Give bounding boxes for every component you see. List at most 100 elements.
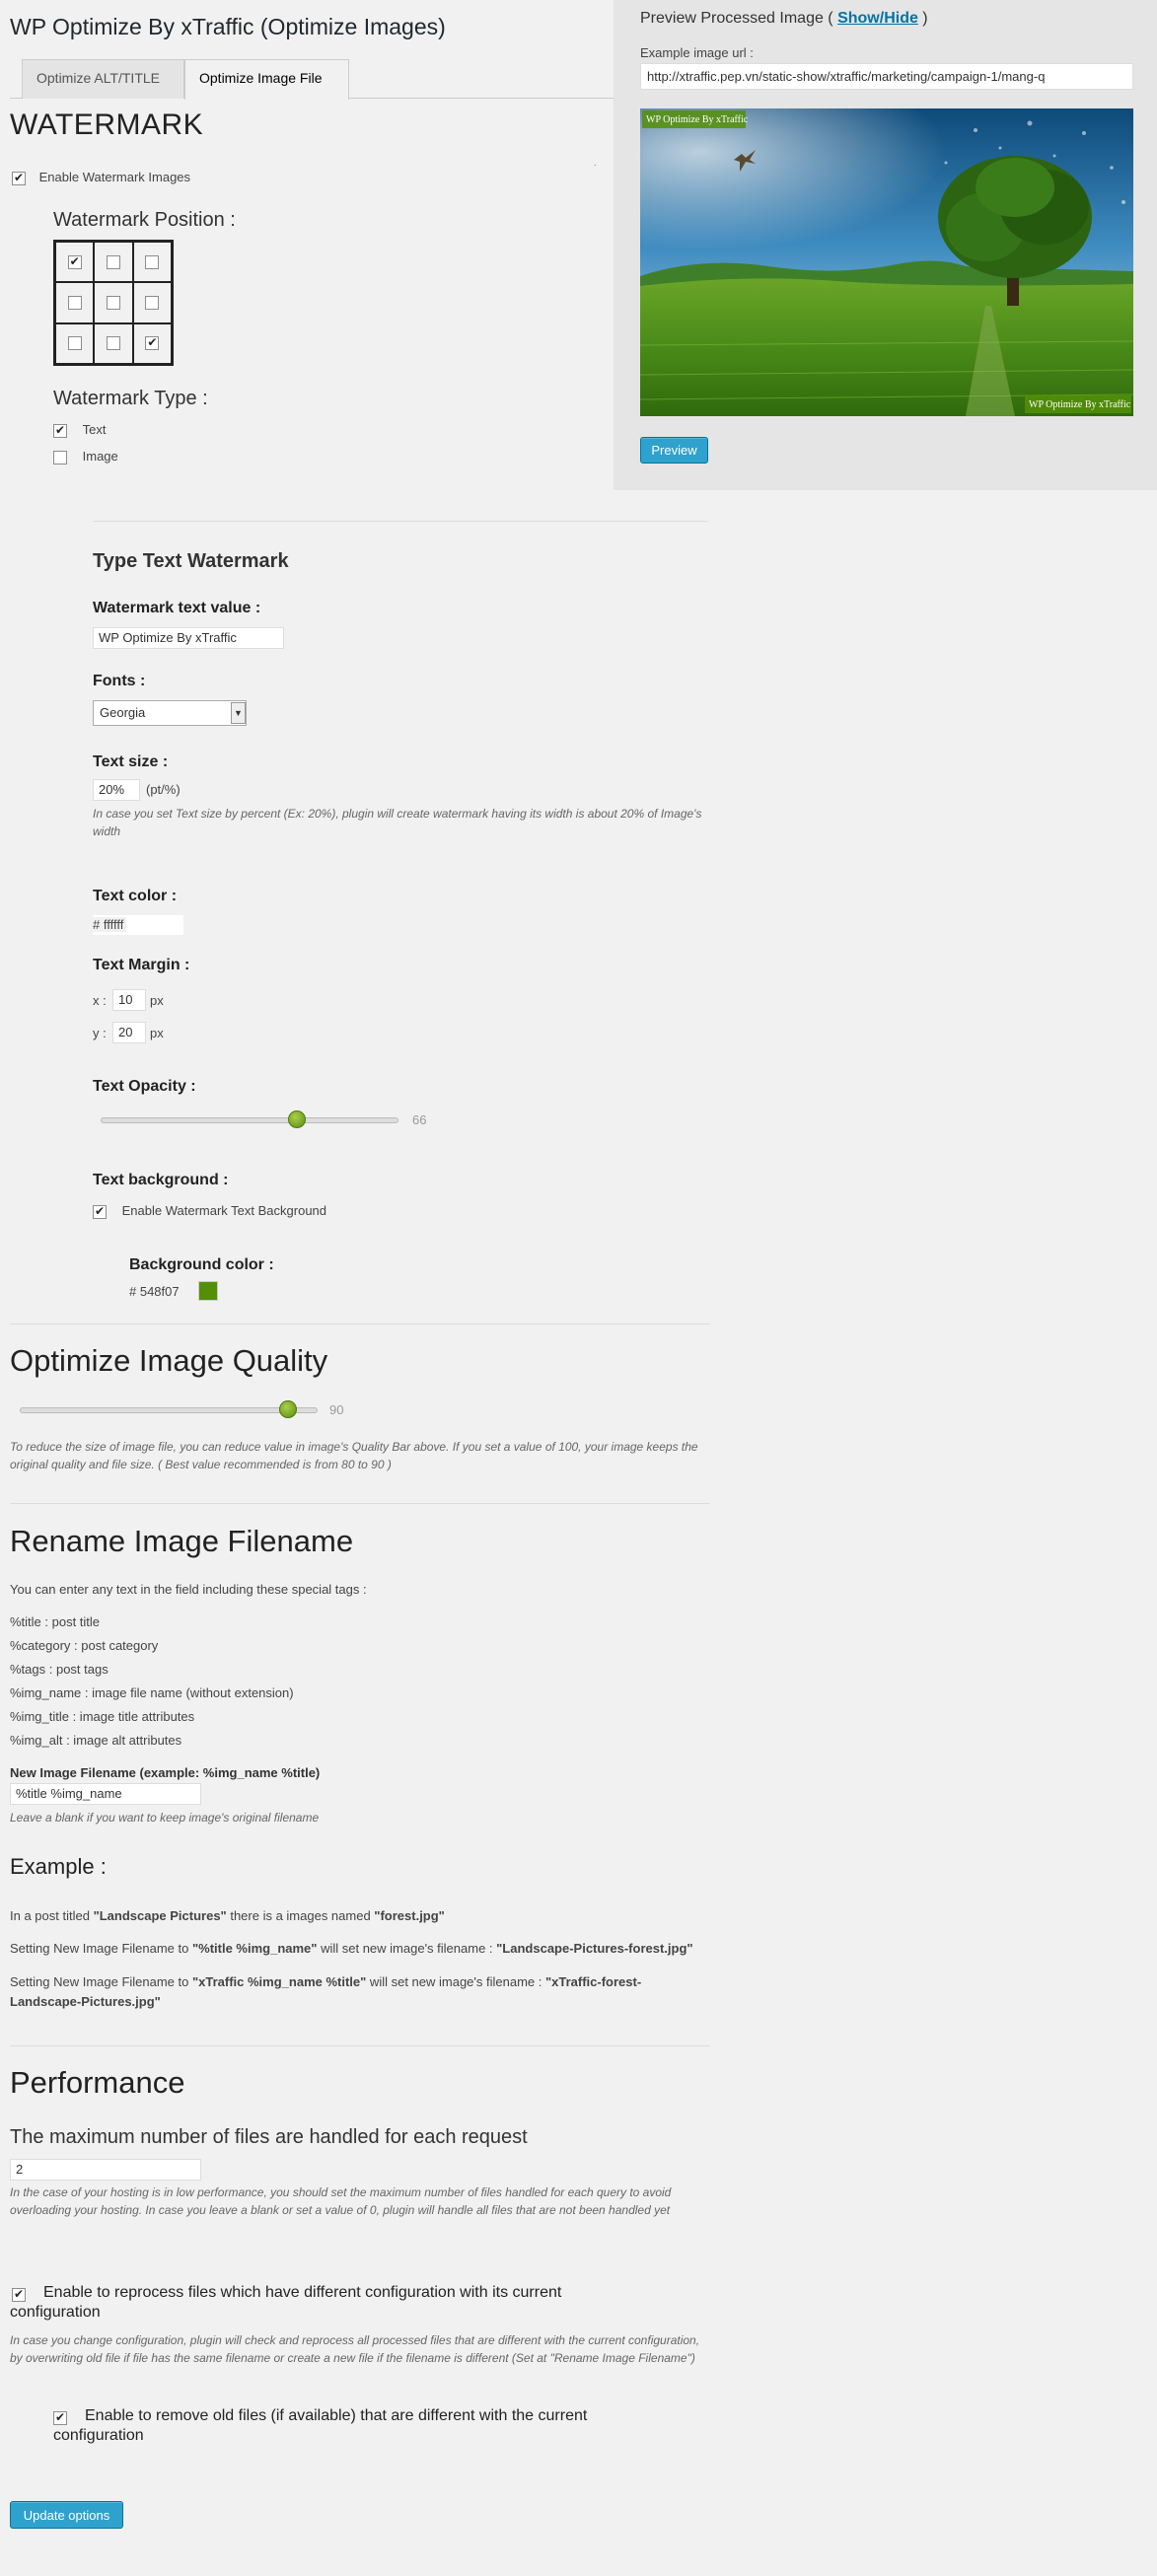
rename-tag-item: %category : post category	[10, 1638, 159, 1653]
text-background-label: Text background :	[93, 1172, 229, 1188]
watermark-position-label: Watermark Position :	[53, 209, 236, 231]
bg-color-value: # 548f07	[129, 1284, 180, 1299]
position-checkbox[interactable]	[67, 254, 82, 269]
divider	[10, 1503, 710, 1504]
type-text-label: Text	[82, 422, 107, 437]
preview-image: WP Optimize By xTraffic WP Optimize By x…	[640, 108, 1133, 416]
divider	[10, 2045, 710, 2046]
quality-hint: To reduce the size of image file, you ca…	[10, 1440, 698, 1471]
position-cell	[55, 282, 95, 323]
font-select-value: Georgia	[100, 705, 146, 720]
position-cell	[132, 282, 172, 323]
text-background-checkbox[interactable]	[93, 1204, 107, 1219]
rename-tag-item: %img_title : image title attributes	[10, 1709, 195, 1724]
update-options-button[interactable]: Update options	[10, 2501, 123, 2529]
watermark-top-left-text: WP Optimize By xTraffic	[646, 114, 749, 125]
text-background-enable-label: Enable Watermark Text Background	[121, 1203, 327, 1218]
rename-tag-item: %img_alt : image alt attributes	[10, 1733, 182, 1748]
text-color-field[interactable]: # ffffff	[93, 915, 183, 935]
position-checkbox[interactable]	[145, 335, 160, 351]
margin-y-input[interactable]: 20	[112, 1022, 146, 1043]
text-color-label: Text color :	[93, 888, 178, 904]
reprocess-label: Enable to reprocess files which have dif…	[10, 2284, 562, 2321]
quality-value: 90	[329, 1402, 344, 1417]
bg-color-swatch[interactable]	[198, 1281, 218, 1301]
rename-tag-item: %title : post title	[10, 1614, 101, 1629]
position-cell	[132, 322, 172, 364]
tab-optimize-alt-title[interactable]: Optimize ALT/TITLE	[22, 59, 184, 99]
type-image-label: Image	[82, 449, 118, 464]
stray-dot: .	[594, 158, 597, 168]
text-color-value: # ffffff	[93, 917, 127, 932]
example-url-label: Example image url :	[640, 45, 754, 60]
position-checkbox[interactable]	[145, 295, 160, 310]
fonts-label: Fonts :	[93, 673, 146, 689]
margin-y-label: y :	[93, 1026, 107, 1040]
filename-hint: Leave a blank if you want to keep image'…	[10, 1811, 320, 1825]
type-image-row: Image	[53, 449, 118, 465]
text-size-unit: (pt/%)	[146, 782, 181, 797]
opacity-slider-track[interactable]	[101, 1117, 398, 1123]
opacity-slider-handle[interactable]	[288, 1110, 307, 1128]
bg-color-label: Background color :	[129, 1256, 274, 1273]
remove-old-label: Enable to remove old files (if available…	[53, 2407, 588, 2444]
landscape-image: WP Optimize By xTraffic WP Optimize By x…	[640, 108, 1133, 416]
position-cell	[94, 242, 133, 283]
position-cell	[94, 282, 133, 323]
margin-x-input[interactable]: 10	[112, 989, 146, 1011]
quality-heading: Optimize Image Quality	[10, 1343, 328, 1378]
preview-button[interactable]: Preview	[640, 437, 708, 464]
text-size-label: Text size :	[93, 753, 169, 770]
enable-watermark-row: Enable Watermark Images	[12, 170, 190, 185]
example-url-input[interactable]: http://xtraffic.pep.vn/static-show/xtraf…	[640, 63, 1133, 90]
type-text-checkbox[interactable]	[53, 423, 67, 438]
text-watermark-heading: Type Text Watermark	[93, 550, 289, 572]
reprocess-hint: In case you change configuration, plugin…	[10, 2333, 700, 2365]
page-title: WP Optimize By xTraffic (Optimize Images…	[10, 14, 446, 39]
example-line-1: In a post titled "Landscape Pictures" th…	[10, 1908, 445, 1923]
watermark-type-label: Watermark Type :	[53, 388, 208, 409]
position-checkbox[interactable]	[67, 336, 82, 351]
text-margin-label: Text Margin :	[93, 957, 190, 973]
tab-bar: Optimize ALT/TITLE Optimize Image File	[10, 59, 614, 100]
max-files-input[interactable]: 2	[10, 2159, 201, 2181]
max-files-hint: In the case of your hosting is in low pe…	[10, 2185, 672, 2217]
font-select[interactable]: Georgia	[93, 700, 247, 726]
watermark-position-grid	[53, 240, 174, 366]
chevron-down-icon[interactable]: ▼	[231, 702, 246, 724]
rename-heading: Rename Image Filename	[10, 1524, 354, 1558]
position-cell	[94, 322, 133, 364]
preview-title: Preview Processed Image ( Show/Hide )	[640, 10, 928, 27]
position-checkbox[interactable]	[67, 295, 82, 310]
position-cell	[55, 322, 95, 364]
performance-heading: Performance	[10, 2065, 185, 2100]
position-checkbox[interactable]	[145, 254, 160, 269]
opacity-label: Text Opacity :	[93, 1078, 196, 1095]
show-hide-link[interactable]: Show/Hide	[837, 10, 918, 27]
enable-watermark-checkbox[interactable]	[12, 171, 26, 185]
text-value-label: Watermark text value :	[93, 600, 261, 616]
opacity-value: 66	[412, 1112, 427, 1127]
text-size-hint: In case you set Text size by percent (Ex…	[93, 807, 702, 838]
margin-x-label: x :	[93, 993, 107, 1008]
rename-tag-item: %tags : post tags	[10, 1662, 108, 1677]
rename-intro: You can enter any text in the field incl…	[10, 1582, 367, 1597]
watermark-heading: WATERMARK	[10, 108, 204, 141]
divider	[93, 521, 708, 522]
example-heading: Example :	[10, 1854, 107, 1879]
quality-slider-track[interactable]	[20, 1407, 318, 1413]
quality-slider-handle[interactable]	[278, 1400, 297, 1418]
type-image-checkbox[interactable]	[53, 450, 67, 465]
position-checkbox[interactable]	[106, 336, 120, 351]
example-line-3: Setting New Image Filename to "xTraffic …	[10, 1974, 642, 2009]
preview-panel: Preview Processed Image ( Show/Hide ) Ex…	[614, 0, 1157, 490]
watermark-text-input[interactable]: WP Optimize By xTraffic	[93, 627, 284, 649]
tab-optimize-image-file[interactable]: Optimize Image File	[184, 59, 349, 100]
filename-field-label: New Image Filename (example: %img_name %…	[10, 1765, 321, 1780]
text-size-input[interactable]: 20%	[93, 779, 140, 801]
position-checkbox[interactable]	[106, 295, 120, 310]
filename-input[interactable]: %title %img_name	[10, 1783, 201, 1805]
type-text-row: Text	[53, 422, 106, 438]
position-checkbox[interactable]	[106, 254, 120, 269]
position-cell	[132, 242, 172, 283]
